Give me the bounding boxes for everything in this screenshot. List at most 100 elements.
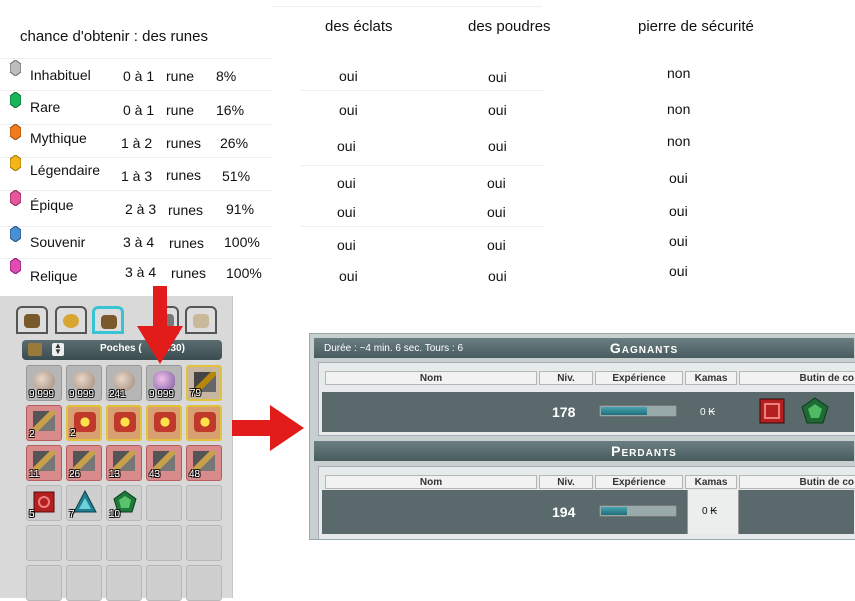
rarity-label: Mythique — [30, 130, 87, 146]
hammer-icon — [153, 451, 175, 471]
loser-level: 194 — [552, 504, 576, 520]
rune-qty: 0 à 1 — [123, 102, 155, 118]
inventory-slot[interactable] — [146, 525, 182, 561]
rune-pct: 8% — [216, 68, 237, 84]
bag-icon — [24, 314, 40, 328]
loser-row[interactable]: 194 0 ₭ — [322, 490, 854, 534]
inventory-slot[interactable]: 9 999 — [26, 365, 62, 401]
col-nom: Nom — [325, 475, 537, 489]
tab-equipment[interactable] — [16, 306, 48, 334]
inventory-slot[interactable] — [146, 405, 182, 441]
inventory-slot[interactable]: 11 — [26, 445, 62, 481]
pierre-value: non — [667, 133, 691, 149]
inventory-slot[interactable] — [186, 525, 222, 561]
pierre-value: non — [667, 101, 691, 117]
gem-pile-icon — [153, 371, 175, 391]
inventory-slot[interactable] — [186, 405, 222, 441]
inventory-slot[interactable]: 7 — [66, 485, 102, 521]
header-runes: chance d'obtenir : des runes — [20, 28, 208, 45]
inventory-slot[interactable] — [106, 405, 142, 441]
blue-triangle-icon — [73, 490, 97, 513]
winners-header: Durée : ~4 min. 6 sec. Tours : 6 Gagnant… — [314, 338, 854, 358]
inventory-slot[interactable]: 9 999 — [66, 365, 102, 401]
red-rune-loot-icon[interactable] — [759, 398, 785, 424]
tab-resources[interactable] — [92, 306, 124, 334]
rune-pct: 100% — [224, 234, 260, 250]
star-item-icon — [154, 412, 176, 432]
red-rune-icon — [33, 491, 55, 513]
slot-qty: 9 999 — [69, 389, 95, 400]
hammer-icon — [113, 451, 135, 471]
inventory-slot[interactable] — [106, 565, 142, 601]
loser-xp-fill — [601, 507, 627, 515]
inventory-slot[interactable]: 241 — [106, 365, 142, 401]
col-experience: Expérience — [595, 371, 683, 385]
rune-qty: 1 à 2 — [121, 135, 153, 151]
col-butin: Butin de co — [739, 371, 855, 385]
eclats-value: oui — [337, 138, 356, 154]
rune-pct: 26% — [220, 135, 249, 151]
pocket-select-arrows[interactable]: ▲ ▼ — [52, 342, 64, 356]
winner-row[interactable]: 178 0 ₭ — [322, 392, 854, 432]
star-item-icon — [74, 412, 96, 432]
scroll-icon — [193, 314, 209, 328]
col-niv: Niv. — [539, 371, 593, 385]
inventory-slot[interactable]: 2 — [26, 405, 62, 441]
rune-unit: runes — [166, 135, 202, 151]
green-rune-loot-icon[interactable] — [801, 397, 829, 425]
winner-xp-bar — [599, 405, 677, 417]
star-item-icon — [194, 412, 216, 432]
poudres-value: oui — [488, 138, 507, 154]
col-kamas: Kamas — [685, 371, 737, 385]
rarity-gem-icon — [10, 155, 21, 171]
rarity-gem-icon — [10, 226, 21, 242]
eclats-value: oui — [337, 204, 356, 220]
pierre-value: oui — [669, 263, 688, 279]
inventory-slot[interactable]: 13 — [106, 445, 142, 481]
inventory-slot[interactable] — [186, 565, 222, 601]
col-experience: Expérience — [595, 475, 683, 489]
inventory-slot[interactable]: 26 — [66, 445, 102, 481]
poudres-value: oui — [488, 69, 507, 85]
inventory-slot[interactable]: 9 999 — [146, 365, 182, 401]
tab-keys[interactable] — [55, 306, 87, 334]
inventory-slot[interactable]: 79 — [186, 365, 222, 401]
inventory-slot[interactable]: 10 — [106, 485, 142, 521]
eclats-value: oui — [337, 237, 356, 253]
inventory-slot[interactable]: 2 — [66, 405, 102, 441]
battle-duration: Durée : ~4 min. 6 sec. Tours : 6 — [324, 343, 464, 354]
rune-unit: runes — [168, 202, 204, 218]
slot-qty: 9 999 — [29, 389, 55, 400]
inventory-slot[interactable] — [186, 485, 222, 521]
inventory-slot[interactable]: 43 — [146, 445, 182, 481]
eclats-value: oui — [339, 102, 358, 118]
poudres-value: oui — [488, 102, 507, 118]
slot-qty: 48 — [189, 469, 201, 480]
slot-qty: 79 — [190, 388, 202, 399]
inventory-slot[interactable] — [66, 525, 102, 561]
loser-kamas: 0 ₭ — [702, 506, 718, 517]
inventory-slot[interactable] — [26, 565, 62, 601]
hammer-icon — [33, 451, 55, 471]
egg-icon — [113, 371, 135, 391]
inventory-slot[interactable] — [26, 525, 62, 561]
col-kamas: Kamas — [685, 475, 737, 489]
tab-quests[interactable] — [185, 306, 217, 334]
egg-icon — [73, 371, 95, 391]
inventory-slot[interactable] — [146, 565, 182, 601]
rune-unit: runes — [171, 265, 207, 281]
losers-header: Perdants — [314, 441, 854, 461]
loser-kamas-cell: 0 ₭ — [687, 490, 739, 534]
rarity-label: Légendaire — [30, 162, 101, 178]
inventory-slot[interactable]: 5 — [26, 485, 62, 521]
inventory-slot[interactable] — [146, 485, 182, 521]
battle-results-window: Durée : ~4 min. 6 sec. Tours : 6 Gagnant… — [309, 333, 855, 540]
inventory-slot[interactable] — [106, 525, 142, 561]
rarity-gem-icon — [10, 190, 21, 206]
key-icon — [63, 314, 79, 328]
pierre-value: oui — [669, 170, 688, 186]
winner-xp-fill — [601, 407, 647, 415]
inventory-slot[interactable]: 48 — [186, 445, 222, 481]
inventory-slot[interactable] — [66, 565, 102, 601]
slot-qty: 9 999 — [149, 389, 175, 400]
